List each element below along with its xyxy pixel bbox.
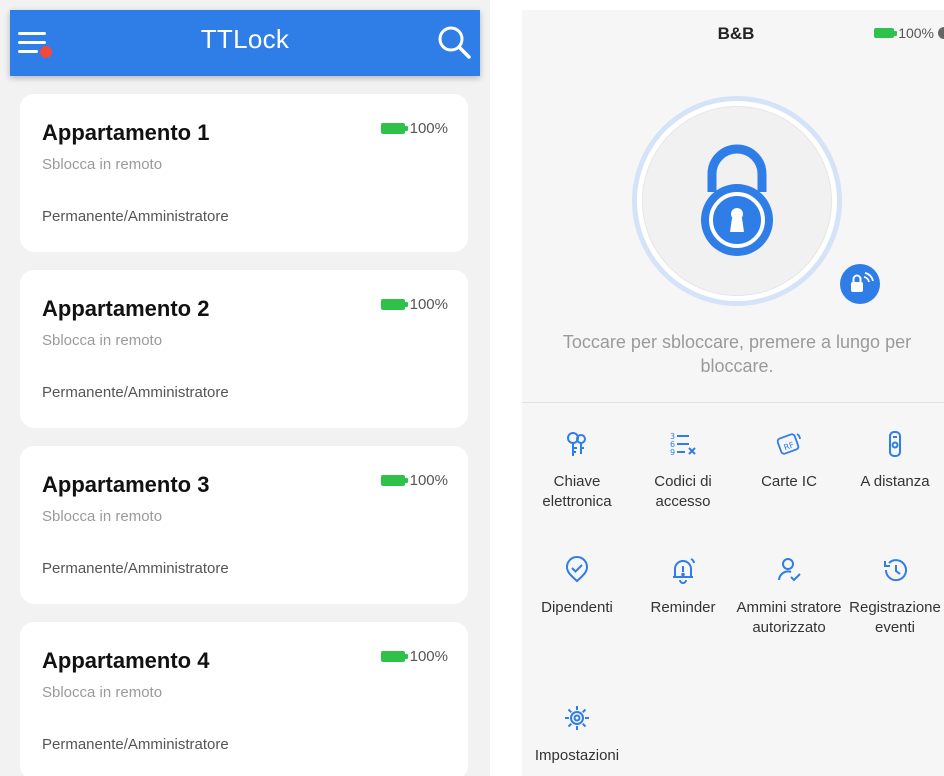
lock-detail-screen: B&B 100% Toccare per sbloccare, premere … bbox=[522, 10, 944, 776]
battery-status: 100% bbox=[380, 648, 448, 665]
search-icon[interactable] bbox=[434, 22, 474, 62]
history-icon bbox=[884, 559, 907, 582]
padlock-icon bbox=[701, 144, 773, 256]
feature-label: Chiave elettronica bbox=[542, 473, 612, 510]
unlock-button[interactable] bbox=[632, 96, 842, 306]
feature-remote[interactable]: A distanza bbox=[840, 430, 944, 492]
battery-status: 100% bbox=[380, 296, 448, 313]
feature-employees[interactable]: Dipendenti bbox=[522, 556, 632, 618]
lock-mode: Sblocca in remoto bbox=[42, 684, 163, 701]
feature-label: Carte IC bbox=[761, 473, 817, 490]
feature-event-log[interactable]: Registrazione eventi bbox=[840, 556, 944, 638]
lock-role: Permanente/Amministratore bbox=[42, 560, 229, 577]
lock-card[interactable]: Appartamento 1 Sblocca in remoto Permane… bbox=[20, 94, 468, 252]
feature-ic-cards[interactable]: RF Carte IC bbox=[734, 430, 844, 492]
lock-mode: Sblocca in remoto bbox=[42, 156, 163, 173]
lock-role: Permanente/Amministratore bbox=[42, 208, 229, 225]
battery-status: 100% bbox=[380, 472, 448, 489]
battery-icon bbox=[380, 475, 408, 486]
feature-settings[interactable]: Impostazioni bbox=[522, 704, 632, 766]
battery-icon bbox=[874, 28, 898, 38]
battery-level: 100% bbox=[409, 472, 448, 489]
lock-card[interactable]: Appartamento 4 Sblocca in remoto Permane… bbox=[20, 622, 468, 776]
remote-icon bbox=[889, 431, 901, 457]
unlock-hint: Toccare per sbloccare, premere a lungo p… bbox=[562, 332, 912, 376]
feature-label: Ammini stratore autorizzato bbox=[736, 599, 842, 636]
feature-reminder[interactable]: Reminder bbox=[628, 556, 738, 618]
bell-icon bbox=[673, 558, 695, 584]
feature-label: Codici di accesso bbox=[654, 473, 712, 510]
divider bbox=[522, 402, 944, 403]
lock-card[interactable]: Appartamento 3 Sblocca in remoto Permane… bbox=[20, 446, 468, 604]
battery-icon bbox=[380, 299, 408, 310]
battery-status: 100% bbox=[380, 120, 448, 137]
feature-authorized-admin[interactable]: Ammini stratore autorizzato bbox=[734, 556, 844, 638]
ekey-icon bbox=[567, 432, 586, 456]
feature-ekey[interactable]: Chiave elettronica bbox=[522, 430, 632, 512]
lock-mode: Sblocca in remoto bbox=[42, 332, 163, 349]
lock-role: Permanente/Amministratore bbox=[42, 384, 229, 401]
remote-unlock-icon[interactable] bbox=[840, 264, 880, 304]
app-header: TTLock bbox=[10, 10, 480, 76]
feature-label: Impostazioni bbox=[534, 747, 620, 764]
svg-text:9: 9 bbox=[670, 448, 675, 457]
battery-status: 100% bbox=[874, 25, 944, 41]
lock-name: Appartamento 3 bbox=[42, 472, 210, 497]
lock-name: Appartamento 4 bbox=[42, 648, 210, 673]
app-title: TTLock bbox=[200, 24, 290, 54]
settings-icon bbox=[565, 706, 589, 730]
battery-level: 100% bbox=[409, 648, 448, 665]
battery-level: 100% bbox=[409, 296, 448, 313]
feature-label: A distanza bbox=[860, 473, 930, 490]
lock-list-screen: TTLock Appartamento 1 Sblocca in remoto … bbox=[0, 0, 490, 776]
battery-level: 100% bbox=[409, 120, 448, 137]
battery-level: 100% bbox=[898, 25, 934, 41]
lock-mode: Sblocca in remoto bbox=[42, 508, 163, 525]
authorized-admin-icon bbox=[778, 558, 801, 582]
ic-card-icon: RF bbox=[776, 433, 801, 455]
passcode-icon: 3 6 9 bbox=[670, 432, 696, 457]
feature-passcodes[interactable]: 3 6 9 Codici di accesso bbox=[628, 430, 738, 512]
lock-role: Permanente/Amministratore bbox=[42, 736, 229, 753]
employees-icon bbox=[565, 556, 589, 583]
sync-icon bbox=[938, 27, 944, 39]
feature-label: Registrazione eventi bbox=[849, 599, 941, 636]
lock-name: Appartamento 1 bbox=[42, 120, 210, 145]
feature-label: Reminder bbox=[650, 599, 716, 616]
battery-icon bbox=[380, 123, 408, 134]
lock-card[interactable]: Appartamento 2 Sblocca in remoto Permane… bbox=[20, 270, 468, 428]
battery-icon bbox=[380, 651, 408, 662]
feature-label: Dipendenti bbox=[541, 599, 613, 616]
lock-name: Appartamento 2 bbox=[42, 296, 210, 321]
